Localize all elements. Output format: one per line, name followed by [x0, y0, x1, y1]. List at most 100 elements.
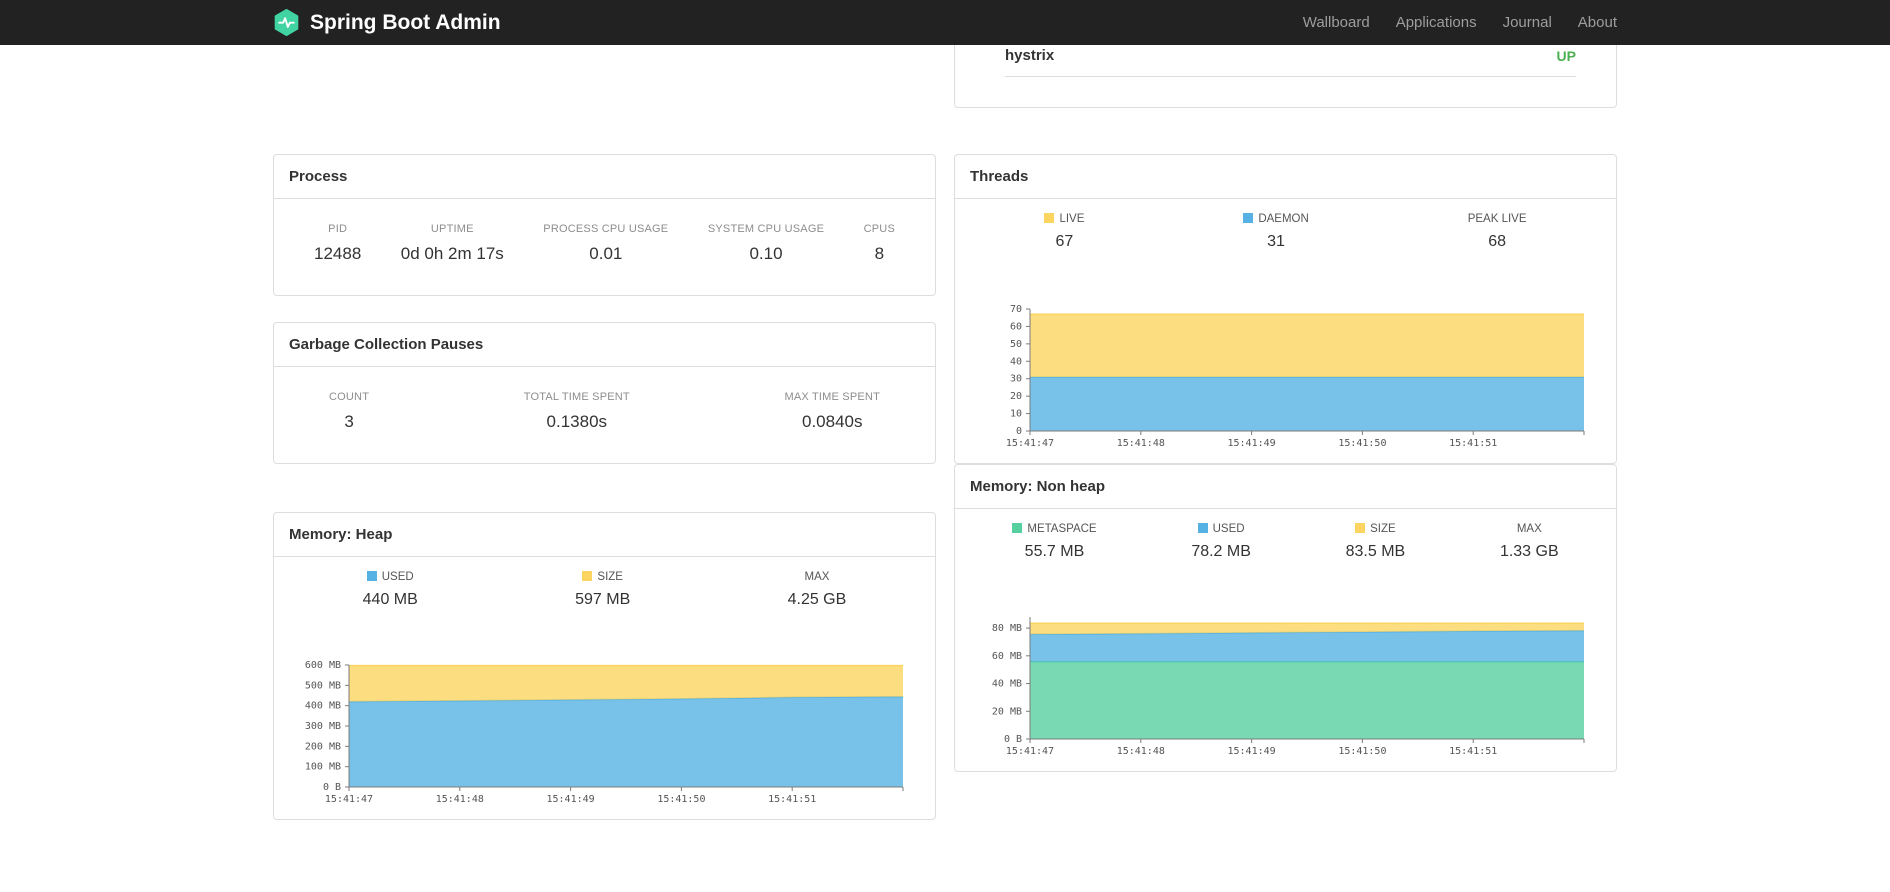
svg-text:60: 60	[1009, 321, 1021, 332]
metric-label: COUNT	[329, 391, 370, 403]
metric-value: 8	[874, 244, 885, 263]
svg-text:15:41:48: 15:41:48	[1116, 438, 1164, 449]
memory-heap-chart: 0 B 100 MB 200 MB 300 MB 400 MB 500 MB 600 MB 1…	[304, 660, 903, 805]
svg-text:70: 70	[1009, 304, 1021, 315]
nav-item-about[interactable]: About	[1565, 14, 1617, 31]
used-legend-swatch-icon	[1197, 523, 1208, 533]
metric-value: 12488	[314, 244, 362, 263]
memory-nonheap-chart: 0 B 20 MB 40 MB 60 MB 80 MB 15:41:47 15:41:48 1…	[991, 617, 1584, 757]
metric-value: 0.0840s	[801, 412, 863, 431]
legend-label: MAX	[804, 571, 830, 583]
legend-item-size: SIZE 597 MB	[575, 571, 630, 609]
legend-value: 440 MB	[362, 591, 418, 608]
svg-text:15:41:51: 15:41:51	[768, 794, 816, 805]
nav-item-journal[interactable]: Journal	[1490, 14, 1565, 31]
svg-text:15:41:50: 15:41:50	[1338, 438, 1386, 449]
size-legend-swatch-icon	[1355, 523, 1366, 533]
memory-nonheap-chart-area: 0 B 20 MB 40 MB 60 MB 80 MB 15:41:47 15:41:48 1…	[955, 603, 1616, 771]
metric-value: 0.1380s	[546, 412, 608, 431]
memory-heap-chart-area: 0 B 100 MB 200 MB 300 MB 400 MB 500 MB 600 MB 1…	[274, 651, 935, 819]
size-legend-swatch-icon	[582, 571, 593, 581]
legend-item-size: SIZE 83.5 MB	[1345, 523, 1406, 561]
metric-label: UPTIME	[430, 223, 474, 235]
svg-text:15:41:50: 15:41:50	[657, 794, 705, 805]
memory-heap-panel-title: Memory: Heap	[274, 513, 935, 557]
legend-label: SIZE	[1370, 523, 1396, 535]
metric-process-cpu-usage: PROCESS CPU USAGE 0.01	[543, 223, 668, 264]
memory-nonheap-panel-title: Memory: Non heap	[955, 465, 1616, 509]
threads-chart-area: 0 10 20 30 40 50 60 70 15:41:47 15:41:48 15:41:49 1…	[955, 295, 1616, 463]
metric-pid: PID 12488	[314, 223, 361, 264]
memory-heap-legend: USED 440 MB SIZE 597 MB MAX 4.25 GB	[274, 557, 935, 609]
application-status-badge: UP	[1556, 47, 1576, 64]
legend-item-daemon: DAEMON 31	[1243, 213, 1309, 251]
svg-text:20: 20	[1009, 391, 1021, 402]
legend-label: DAEMON	[1258, 213, 1309, 225]
legend-item-max: MAX 1.33 GB	[1500, 523, 1559, 561]
metric-label: SYSTEM CPU USAGE	[707, 223, 825, 235]
svg-text:80 MB: 80 MB	[991, 623, 1021, 634]
metric-label: CPUS	[863, 223, 895, 235]
legend-value: 597 MB	[575, 591, 631, 608]
svg-text:0 B: 0 B	[322, 782, 340, 793]
metric-value: 0.10	[749, 244, 783, 263]
navbar: Spring Boot Admin Wallboard Applications…	[0, 0, 1890, 45]
metric-value: 0d 0h 2m 17s	[400, 244, 504, 263]
nav-item-wallboard[interactable]: Wallboard	[1290, 14, 1383, 31]
svg-text:20 MB: 20 MB	[991, 706, 1021, 717]
threads-panel: Threads LIVE 67 DAEMON 31 PEAK LIVE 68 0…	[954, 154, 1617, 464]
legend-item-max: MAX 4.25 GB	[788, 571, 847, 609]
used-legend-swatch-icon	[366, 571, 377, 581]
metric-label: MAX TIME SPENT	[784, 391, 880, 403]
legend-label: USED	[381, 571, 414, 583]
legend-value: 1.33 GB	[1499, 543, 1559, 560]
legend-item-used: USED 78.2 MB	[1191, 523, 1251, 561]
svg-text:50: 50	[1009, 339, 1021, 350]
main-content: Process PID 12488 UPTIME 0d 0h 2m 17s PR…	[273, 0, 1617, 820]
svg-text:15:41:51: 15:41:51	[1449, 746, 1497, 757]
legend-value: 78.2 MB	[1191, 543, 1251, 560]
brand-link[interactable]: Spring Boot Admin	[273, 9, 501, 36]
metric-value: 0.01	[589, 244, 623, 263]
process-panel: Process PID 12488 UPTIME 0d 0h 2m 17s PR…	[273, 154, 936, 296]
nav-links: Wallboard Applications Journal About	[1290, 14, 1617, 31]
threads-chart: 0 10 20 30 40 50 60 70 15:41:47 15:41:48 15:41:49 1…	[1005, 304, 1584, 449]
live-legend-swatch-icon	[1044, 213, 1055, 223]
svg-text:0: 0	[1015, 426, 1021, 437]
legend-value: 67	[1055, 233, 1074, 250]
legend-value: 83.5 MB	[1345, 543, 1406, 560]
svg-text:100 MB: 100 MB	[304, 762, 340, 773]
right-column: hystrix UP Threads LIVE 67 DAEMON 31 PEA…	[954, 0, 1617, 772]
memory-heap-panel: Memory: Heap USED 440 MB SIZE 597 MB MAX	[273, 512, 936, 820]
navbar-inner: Spring Boot Admin Wallboard Applications…	[273, 0, 1617, 45]
svg-text:200 MB: 200 MB	[304, 741, 340, 752]
legend-label: PEAK LIVE	[1467, 213, 1527, 225]
legend-item-live: LIVE 67	[1044, 213, 1084, 251]
legend-value: 4.25 GB	[787, 591, 847, 608]
threads-panel-title: Threads	[955, 155, 1616, 199]
legend-label: METASPACE	[1027, 523, 1097, 535]
svg-text:400 MB: 400 MB	[304, 701, 340, 712]
gc-panel-title: Garbage Collection Pauses	[274, 323, 935, 367]
metric-label: PROCESS CPU USAGE	[543, 223, 669, 235]
legend-label: LIVE	[1059, 213, 1085, 225]
svg-text:40 MB: 40 MB	[991, 679, 1021, 690]
metaspace-legend-swatch-icon	[1012, 523, 1023, 533]
legend-value: 31	[1267, 233, 1285, 250]
threads-legend: LIVE 67 DAEMON 31 PEAK LIVE 68	[955, 199, 1616, 251]
svg-text:15:41:48: 15:41:48	[435, 794, 483, 805]
process-panel-title: Process	[274, 155, 935, 199]
metric-label: PID	[328, 223, 348, 235]
left-column: Process PID 12488 UPTIME 0d 0h 2m 17s PR…	[273, 0, 936, 820]
svg-text:15:41:50: 15:41:50	[1338, 746, 1386, 757]
legend-item-peak-live: PEAK LIVE 68	[1468, 213, 1527, 251]
legend-label: USED	[1212, 523, 1245, 535]
nav-item-applications[interactable]: Applications	[1383, 14, 1490, 31]
legend-value: 68	[1488, 233, 1507, 250]
spring-boot-admin-logo-icon	[273, 9, 300, 36]
svg-text:10: 10	[1009, 409, 1021, 420]
legend-item-used: USED 440 MB	[363, 571, 418, 609]
application-row[interactable]: hystrix UP	[1005, 41, 1576, 77]
metric-cpus: CPUS 8	[864, 223, 895, 264]
metric-label: TOTAL TIME SPENT	[523, 391, 630, 403]
